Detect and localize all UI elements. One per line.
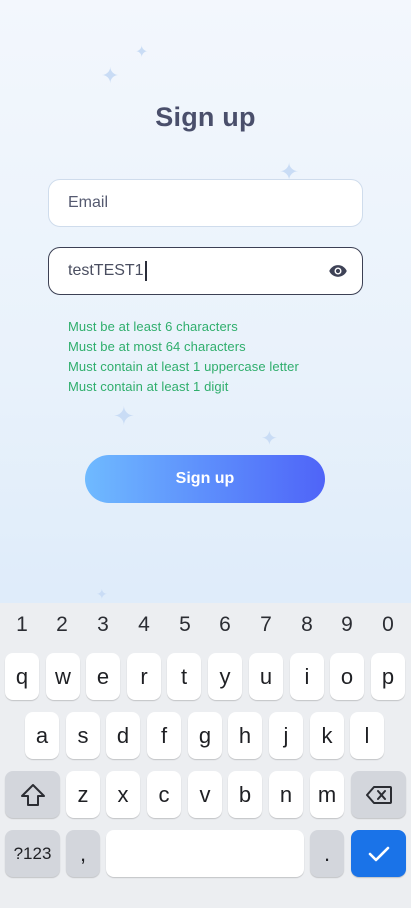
sparkle-icon: ✦ bbox=[135, 42, 149, 61]
backspace-icon bbox=[365, 785, 392, 804]
key-3[interactable]: 3 bbox=[88, 613, 118, 637]
key-k[interactable]: k bbox=[310, 712, 344, 759]
key-f[interactable]: f bbox=[147, 712, 181, 759]
key-y[interactable]: y bbox=[208, 653, 242, 700]
key-2[interactable]: 2 bbox=[47, 613, 77, 637]
password-field[interactable]: testTEST1 bbox=[48, 247, 363, 295]
email-field[interactable]: Email bbox=[48, 179, 363, 227]
eye-icon[interactable] bbox=[328, 261, 348, 281]
key-e[interactable]: e bbox=[86, 653, 120, 700]
comma-key[interactable]: , bbox=[66, 830, 100, 877]
key-c[interactable]: c bbox=[147, 771, 181, 818]
key-s[interactable]: s bbox=[66, 712, 100, 759]
key-7[interactable]: 7 bbox=[251, 613, 281, 637]
key-9[interactable]: 9 bbox=[332, 613, 362, 637]
key-0[interactable]: 0 bbox=[373, 613, 403, 637]
shift-icon bbox=[20, 783, 45, 806]
number-row: 1 2 3 4 5 6 7 8 9 0 bbox=[0, 613, 411, 639]
symbols-key[interactable]: ?123 bbox=[5, 830, 60, 877]
key-u[interactable]: u bbox=[249, 653, 283, 700]
backspace-key[interactable] bbox=[351, 771, 406, 818]
key-4[interactable]: 4 bbox=[129, 613, 159, 637]
shift-key[interactable] bbox=[5, 771, 60, 818]
password-rules: Must be at least 6 characters Must be at… bbox=[68, 317, 299, 397]
rule-item: Must be at least 6 characters bbox=[68, 319, 238, 334]
key-n[interactable]: n bbox=[269, 771, 303, 818]
key-r[interactable]: r bbox=[127, 653, 161, 700]
key-z[interactable]: z bbox=[66, 771, 100, 818]
key-5[interactable]: 5 bbox=[170, 613, 200, 637]
key-h[interactable]: h bbox=[228, 712, 262, 759]
key-g[interactable]: g bbox=[188, 712, 222, 759]
key-1[interactable]: 1 bbox=[7, 613, 37, 637]
key-b[interactable]: b bbox=[228, 771, 262, 818]
key-j[interactable]: j bbox=[269, 712, 303, 759]
key-m[interactable]: m bbox=[310, 771, 344, 818]
sparkle-icon: ✦ bbox=[96, 587, 108, 603]
key-d[interactable]: d bbox=[106, 712, 140, 759]
key-q[interactable]: q bbox=[5, 653, 39, 700]
rule-item: Must be at most 64 characters bbox=[68, 339, 246, 354]
key-6[interactable]: 6 bbox=[210, 613, 240, 637]
signup-button[interactable]: Sign up bbox=[85, 455, 325, 503]
key-o[interactable]: o bbox=[330, 653, 364, 700]
sparkle-icon: ✦ bbox=[113, 402, 135, 432]
key-v[interactable]: v bbox=[188, 771, 222, 818]
password-value: testTEST1 bbox=[68, 262, 144, 279]
key-p[interactable]: p bbox=[371, 653, 405, 700]
key-t[interactable]: t bbox=[167, 653, 201, 700]
email-placeholder: Email bbox=[68, 194, 109, 211]
key-8[interactable]: 8 bbox=[292, 613, 322, 637]
key-l[interactable]: l bbox=[350, 712, 384, 759]
sparkle-icon: ✦ bbox=[261, 426, 278, 450]
key-a[interactable]: a bbox=[25, 712, 59, 759]
page-title: Sign up bbox=[155, 102, 256, 132]
rule-item: Must contain at least 1 uppercase letter bbox=[68, 359, 299, 374]
done-key[interactable] bbox=[351, 830, 406, 877]
on-screen-keyboard: 1 2 3 4 5 6 7 8 9 0 q w e r t y u i o p … bbox=[0, 603, 411, 908]
key-w[interactable]: w bbox=[46, 653, 80, 700]
key-x[interactable]: x bbox=[106, 771, 140, 818]
period-key[interactable]: . bbox=[310, 830, 344, 877]
rule-item: Must contain at least 1 digit bbox=[68, 379, 229, 394]
key-i[interactable]: i bbox=[290, 653, 324, 700]
text-caret bbox=[144, 261, 147, 281]
sparkle-icon: ✦ bbox=[101, 64, 120, 89]
space-key[interactable] bbox=[106, 830, 304, 877]
check-icon bbox=[368, 846, 389, 861]
